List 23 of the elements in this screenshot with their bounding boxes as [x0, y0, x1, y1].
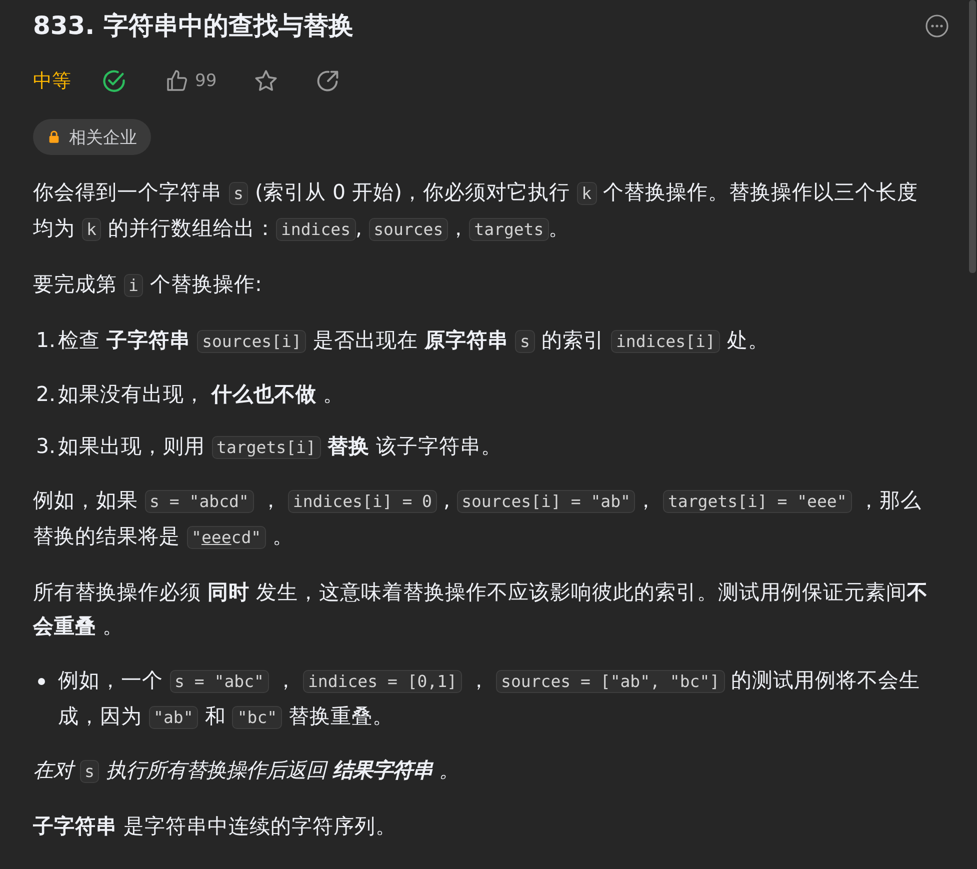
list-item-text: 如果出现，则用 targets[i] 替换 该子字符串。 — [58, 433, 503, 461]
paragraph: 子字符串 是字符串中连续的字符序列。 — [33, 813, 398, 840]
share-icon[interactable] — [314, 68, 341, 94]
list-item-text: 例如，一个 s = "abc" ， indices = [0,1] ， sources = ["ab", "bc"] 的测试用例将不会生成，因为 "ab" 和 "bc" 替换重叠。 — [58, 667, 922, 731]
paragraph: 所有替换操作必须 同时 发生，这意味着替换操作不应该影响彼此的索引。测试用例保证元素间不会重叠 。 — [33, 579, 930, 640]
company-tag[interactable]: 相关企业 — [33, 119, 151, 155]
difficulty-label: 中等 — [33, 69, 71, 94]
paragraph: 在对 s 执行所有替换操作后返回 结果字符串 。 — [33, 757, 460, 785]
list-item-text: 检查 子字符串 sources[i] 是否出现在 原字符串 s 的索引 indices[i] 处。 — [58, 327, 770, 355]
scrollbar-thumb[interactable] — [969, 0, 976, 273]
list-item-text: 如果没有出现， 什么也不做 。 — [58, 381, 346, 408]
bullet-icon — [38, 678, 45, 685]
star-icon[interactable] — [252, 68, 279, 94]
list-number: 2. — [36, 381, 57, 408]
problem-title: 833. 字符串中的查找与替换 — [33, 10, 354, 42]
list-number: 3. — [36, 433, 57, 460]
paragraph: 你会得到一个字符串 s (索引从 0 开始)，你必须对它执行 k 个替换操作。替换操作以三个长度均为 k 的并行数组给出： indices , sources ， targets 。 — [33, 179, 920, 243]
like-button[interactable]: 99 — [165, 69, 217, 93]
paragraph: 要完成第 i 个替换操作: — [33, 271, 263, 299]
list-number: 1. — [36, 327, 57, 354]
paragraph: 例如，如果 s = "abcd" ， indices[i] = 0 , sources[i] = "ab" ， targets[i] = "eee" ，那么替换的结果将是 "eeecd" 。 — [33, 487, 922, 551]
thumbs-up-icon[interactable] — [165, 69, 189, 93]
more-options-icon[interactable] — [925, 14, 949, 38]
